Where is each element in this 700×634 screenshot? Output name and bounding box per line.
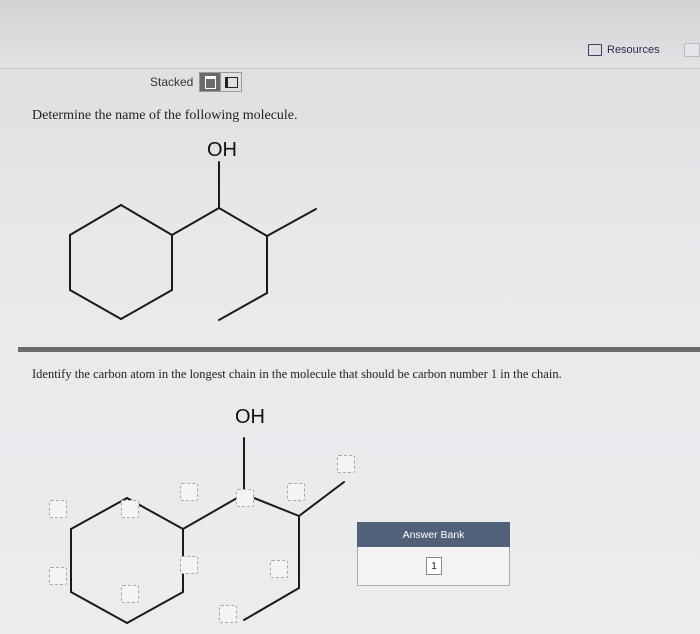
answer-bank-title: Answer Bank: [357, 522, 510, 547]
answer-chip-1[interactable]: 1: [426, 557, 442, 575]
carbon-drop-target[interactable]: [121, 585, 139, 603]
carbon-drop-target[interactable]: [337, 455, 355, 473]
carbon-drop-target[interactable]: [49, 567, 67, 585]
answer-bank: Answer Bank 1: [357, 522, 510, 586]
bond: [70, 497, 128, 530]
carbon-drop-target[interactable]: [236, 489, 254, 507]
molecule-2-structure: [70, 437, 345, 624]
bond: [298, 481, 345, 517]
answer-bank-body: 1: [357, 547, 510, 586]
carbon-drop-target[interactable]: [121, 500, 139, 518]
carbon-drop-target[interactable]: [219, 605, 237, 623]
carbon-drop-target[interactable]: [49, 500, 67, 518]
carbon-drop-target[interactable]: [180, 556, 198, 574]
carbon-drop-target[interactable]: [270, 560, 288, 578]
carbon-drop-target[interactable]: [287, 483, 305, 501]
carbon-drop-target[interactable]: [180, 483, 198, 501]
bond: [70, 591, 128, 624]
hydroxyl-label-2: OH: [235, 406, 265, 428]
bond: [243, 587, 300, 621]
